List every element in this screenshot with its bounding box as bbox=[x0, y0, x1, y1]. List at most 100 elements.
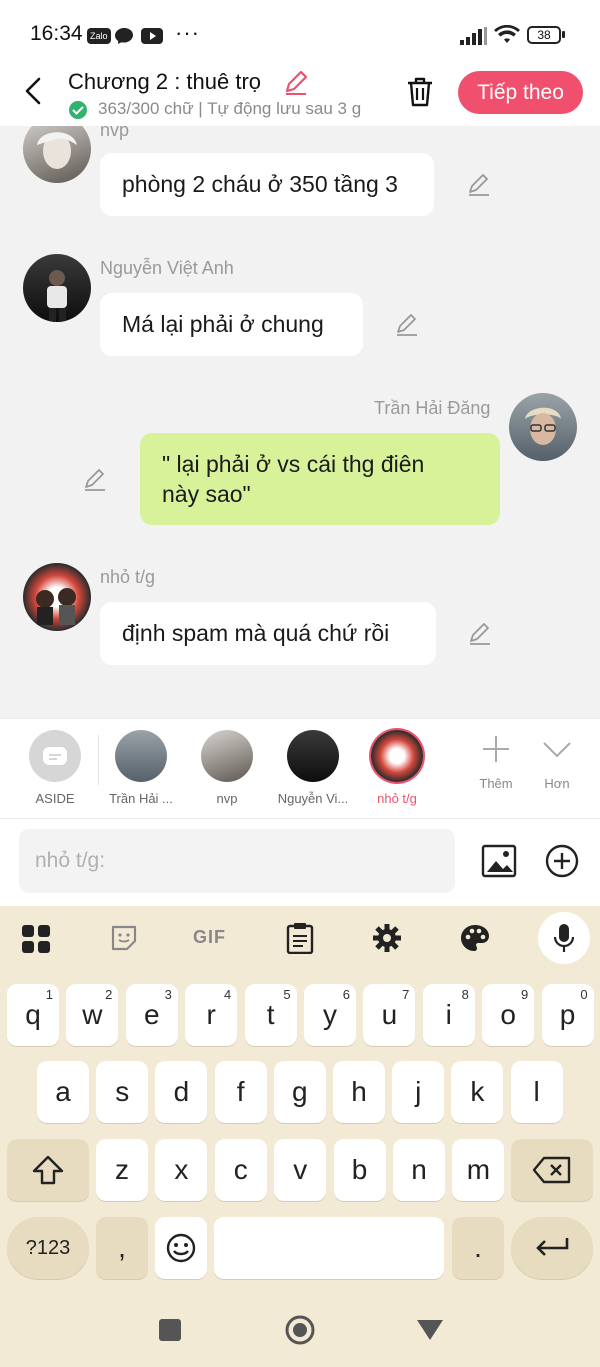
edit-message-icon[interactable] bbox=[394, 311, 420, 337]
mic-icon bbox=[553, 924, 575, 952]
image-icon[interactable] bbox=[481, 843, 517, 879]
avatar bbox=[201, 730, 253, 782]
battery-icon: 38 bbox=[527, 26, 561, 44]
key-x[interactable]: x bbox=[155, 1139, 208, 1201]
key-u[interactable]: u7 bbox=[363, 984, 416, 1046]
gear-icon[interactable] bbox=[372, 923, 402, 953]
key-o[interactable]: o9 bbox=[482, 984, 535, 1046]
sticker-icon[interactable] bbox=[109, 923, 139, 953]
message-bubble[interactable]: " lại phải ở vs cái thg điên này sao" bbox=[140, 433, 500, 525]
key-h[interactable]: h bbox=[333, 1061, 385, 1123]
more-button[interactable]: Hơn bbox=[529, 719, 585, 791]
back-nav-icon[interactable] bbox=[416, 1319, 444, 1341]
mic-button[interactable] bbox=[538, 912, 590, 964]
key-c[interactable]: c bbox=[214, 1139, 267, 1201]
key-letter: n bbox=[411, 1154, 427, 1185]
period-key[interactable]: . bbox=[452, 1217, 504, 1279]
add-character-button[interactable]: Thêm bbox=[468, 719, 524, 791]
status-time: 16:34 bbox=[30, 22, 83, 45]
key-y[interactable]: y6 bbox=[304, 984, 356, 1046]
avatar[interactable] bbox=[23, 563, 91, 631]
key-number-hint: 0 bbox=[580, 987, 588, 1002]
key-g[interactable]: g bbox=[273, 1061, 326, 1123]
enter-key[interactable] bbox=[511, 1217, 593, 1279]
key-letter: u bbox=[381, 999, 398, 1030]
character-option[interactable]: Trần Hải ... bbox=[98, 719, 184, 806]
chapter-title[interactable]: Chương 2 : thuê trọ bbox=[68, 69, 261, 95]
chevron-down-icon bbox=[543, 742, 571, 758]
add-label: Thêm bbox=[479, 776, 513, 791]
edit-message-icon[interactable] bbox=[466, 171, 492, 197]
key-s[interactable]: s bbox=[96, 1061, 149, 1123]
character-option[interactable]: Nguyễn Vi... bbox=[270, 719, 356, 806]
emoji-key[interactable] bbox=[155, 1217, 207, 1279]
sender-name: nvp bbox=[100, 126, 130, 140]
key-d[interactable]: d bbox=[155, 1061, 208, 1123]
character-label: Nguyễn Vi... bbox=[277, 791, 349, 806]
key-t[interactable]: t5 bbox=[244, 984, 297, 1046]
key-e[interactable]: e3 bbox=[125, 984, 178, 1046]
next-button[interactable]: Tiếp theo bbox=[458, 71, 583, 114]
comma-key[interactable]: , bbox=[96, 1217, 148, 1279]
key-i[interactable]: i8 bbox=[422, 984, 475, 1046]
avatar[interactable] bbox=[23, 254, 91, 322]
key-v[interactable]: v bbox=[274, 1139, 327, 1201]
message-line: " lại phải ở vs cái thg điên bbox=[162, 451, 425, 477]
key-letter: t bbox=[266, 999, 275, 1030]
key-k[interactable]: k bbox=[451, 1061, 504, 1123]
recent-apps-icon[interactable] bbox=[159, 1319, 181, 1341]
avatar[interactable] bbox=[509, 393, 577, 461]
space-key[interactable] bbox=[214, 1217, 444, 1279]
key-z[interactable]: z bbox=[96, 1139, 148, 1201]
edit-message-icon[interactable] bbox=[467, 620, 493, 646]
key-m[interactable]: m bbox=[452, 1139, 505, 1201]
key-j[interactable]: j bbox=[392, 1061, 445, 1123]
zalo-icon: Zalo bbox=[87, 26, 111, 44]
back-icon[interactable] bbox=[22, 76, 46, 106]
input-bar bbox=[0, 818, 600, 907]
signal-icon bbox=[460, 27, 487, 45]
key-r[interactable]: r4 bbox=[185, 984, 238, 1046]
key-letter: d bbox=[173, 1076, 190, 1107]
backspace-key[interactable] bbox=[511, 1139, 593, 1201]
key-q[interactable]: q1 bbox=[7, 984, 59, 1046]
key-f[interactable]: f bbox=[214, 1061, 267, 1123]
key-letter: k bbox=[470, 1076, 485, 1107]
gif-button[interactable]: GIF bbox=[193, 927, 226, 948]
key-l[interactable]: l bbox=[510, 1061, 563, 1123]
key-number-hint: 5 bbox=[283, 987, 291, 1002]
check-icon bbox=[69, 101, 87, 119]
apps-grid-icon[interactable] bbox=[21, 924, 51, 954]
edit-message-icon[interactable] bbox=[82, 466, 108, 492]
key-number-hint: 3 bbox=[164, 987, 172, 1002]
shift-key[interactable] bbox=[7, 1139, 89, 1201]
character-option-selected[interactable]: nhỏ t/g bbox=[354, 719, 440, 806]
key-number-hint: 9 bbox=[520, 987, 529, 1002]
avatar[interactable] bbox=[23, 126, 91, 183]
key-number-hint: 4 bbox=[223, 987, 232, 1002]
add-circle-icon[interactable] bbox=[545, 844, 579, 878]
key-a[interactable]: a bbox=[37, 1061, 89, 1123]
home-icon[interactable] bbox=[284, 1314, 316, 1346]
key-letter: z bbox=[115, 1154, 129, 1185]
message-bubble[interactable]: phòng 2 cháu ở 350 tầng 3 bbox=[100, 153, 434, 216]
message-bubble[interactable]: định spam mà quá chứ rồi bbox=[100, 602, 436, 665]
character-option[interactable]: nvp bbox=[184, 719, 270, 806]
message-bubble[interactable]: Má lại phải ở chung bbox=[100, 293, 363, 356]
key-letter: r bbox=[206, 999, 216, 1030]
numbers-key[interactable]: ?123 bbox=[7, 1217, 89, 1279]
aside-option[interactable]: ASIDE bbox=[12, 719, 98, 806]
enter-icon bbox=[536, 1238, 569, 1256]
key-b[interactable]: b bbox=[333, 1139, 386, 1201]
palette-icon[interactable] bbox=[459, 923, 491, 953]
pencil-icon[interactable] bbox=[282, 68, 310, 96]
key-p[interactable]: p0 bbox=[541, 984, 594, 1046]
emoji-icon bbox=[166, 1233, 196, 1263]
key-w[interactable]: w2 bbox=[66, 984, 119, 1046]
trash-icon[interactable] bbox=[405, 76, 435, 108]
clipboard-icon[interactable] bbox=[286, 922, 314, 954]
key-number-hint: 1 bbox=[45, 987, 53, 1002]
key-letter: q bbox=[25, 999, 41, 1030]
key-n[interactable]: n bbox=[393, 1139, 445, 1201]
message-input[interactable] bbox=[19, 829, 455, 893]
